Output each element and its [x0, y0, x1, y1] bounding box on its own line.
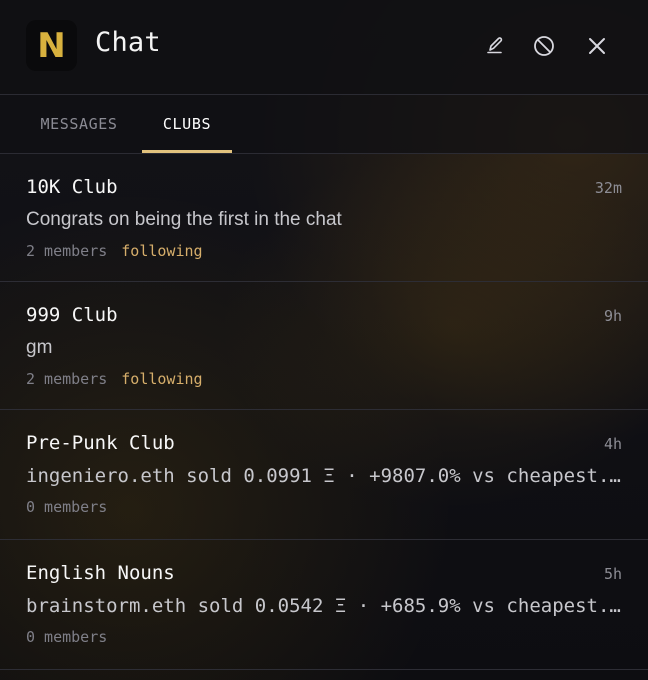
club-list-item[interactable]: 999 Club 9h gm 2 members following	[0, 282, 648, 410]
tab-clubs[interactable]: CLUBS	[142, 95, 232, 153]
logo-letter: N	[37, 25, 66, 66]
active-tab-indicator	[142, 150, 232, 153]
member-count: 2 members	[26, 370, 108, 388]
last-message: gm	[26, 337, 53, 358]
club-list-item[interactable]: Pre-Punk Club 4h ingeniero.eth sold 0.09…	[0, 410, 648, 540]
club-meta: 2 members following	[26, 242, 203, 260]
last-message: Congrats on being the first in the chat	[26, 209, 342, 230]
club-name: English Nouns	[26, 562, 175, 584]
tab-bar: MESSAGES CLUBS	[0, 95, 648, 154]
club-list-item[interactable]: 10K Club 32m Congrats on being the first…	[0, 154, 648, 282]
tab-clubs-label: CLUBS	[162, 115, 212, 133]
member-count: 0 members	[26, 628, 108, 646]
member-count: 0 members	[26, 498, 108, 516]
message-time: 4h	[603, 435, 622, 453]
chat-header: N Chat	[0, 0, 648, 95]
tab-messages[interactable]: MESSAGES	[0, 95, 158, 153]
club-meta: 2 members following	[26, 370, 203, 388]
message-time: 9h	[603, 307, 622, 325]
last-message: ingeniero.eth sold 0.0991 Ξ · +9807.0% v…	[26, 465, 622, 487]
club-name: Pre-Punk Club	[26, 432, 175, 454]
member-count: 2 members	[26, 242, 108, 260]
club-meta: 0 members	[26, 498, 107, 516]
close-icon[interactable]	[584, 33, 610, 59]
edit-icon[interactable]	[482, 33, 508, 59]
club-name: 10K Club	[26, 176, 118, 198]
page-title: Chat	[95, 27, 161, 58]
message-time: 5h	[603, 565, 622, 583]
following-status: following	[121, 242, 203, 260]
club-list: 10K Club 32m Congrats on being the first…	[0, 154, 648, 670]
block-icon[interactable]	[531, 33, 557, 59]
following-status: following	[121, 370, 203, 388]
club-meta: 0 members	[26, 628, 107, 646]
app-logo: N	[26, 20, 77, 71]
chat-panel: N Chat MESSAGES CLUBS 10K Club 32m Congr…	[0, 0, 648, 680]
last-message: brainstorm.eth sold 0.0542 Ξ · +685.9% v…	[26, 595, 622, 617]
message-time: 32m	[594, 179, 622, 197]
club-list-item[interactable]: English Nouns 5h brainstorm.eth sold 0.0…	[0, 540, 648, 670]
club-name: 999 Club	[26, 304, 118, 326]
